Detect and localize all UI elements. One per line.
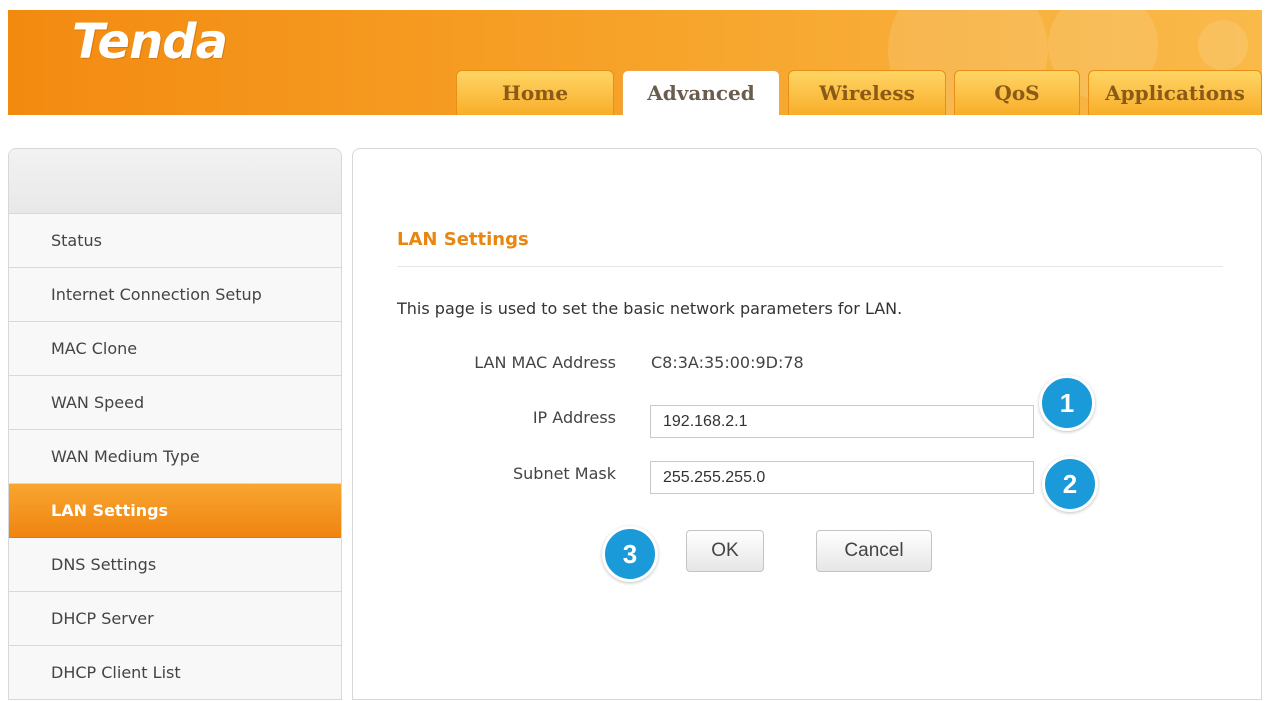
title-divider bbox=[397, 266, 1223, 267]
sidebar-item-wan-speed[interactable]: WAN Speed bbox=[9, 376, 341, 430]
decorative-bubble bbox=[1198, 20, 1248, 70]
tab-qos[interactable]: QoS bbox=[954, 70, 1080, 115]
cancel-button[interactable]: Cancel bbox=[816, 530, 932, 572]
tab-home[interactable]: Home bbox=[456, 70, 614, 115]
main-tabs: Home Advanced Wireless QoS Applications bbox=[456, 70, 1262, 115]
subnet-mask-label: Subnet Mask bbox=[512, 464, 616, 483]
callout-badge-1: 1 bbox=[1039, 375, 1095, 431]
page-title: LAN Settings bbox=[397, 229, 529, 250]
page-description: This page is used to set the basic netwo… bbox=[397, 299, 903, 318]
sidebar-item-mac-clone[interactable]: MAC Clone bbox=[9, 322, 341, 376]
sidebar-item-lan-settings[interactable]: LAN Settings bbox=[9, 484, 341, 538]
mac-address-value: C8:3A:35:00:9D:78 bbox=[651, 353, 804, 372]
sidebar-item-internet-connection-setup[interactable]: Internet Connection Setup bbox=[9, 268, 341, 322]
content-panel: LAN Settings This page is used to set th… bbox=[352, 148, 1262, 700]
tab-advanced[interactable]: Advanced bbox=[622, 70, 780, 115]
sidebar-menu: Status Internet Connection Setup MAC Clo… bbox=[8, 148, 342, 700]
tenda-logo: Tenda bbox=[72, 14, 228, 70]
ip-address-label: IP Address bbox=[532, 408, 616, 427]
callout-badge-3: 3 bbox=[602, 526, 658, 582]
sidebar-item-wan-medium-type[interactable]: WAN Medium Type bbox=[9, 430, 341, 484]
mac-address-label: LAN MAC Address bbox=[474, 353, 616, 372]
sidebar-header bbox=[9, 149, 341, 214]
sidebar-item-dhcp-server[interactable]: DHCP Server bbox=[9, 592, 341, 646]
tab-wireless[interactable]: Wireless bbox=[788, 70, 946, 115]
sidebar-item-dhcp-client-list[interactable]: DHCP Client List bbox=[9, 646, 341, 699]
sidebar-item-status[interactable]: Status bbox=[9, 214, 341, 268]
callout-badge-2: 2 bbox=[1042, 456, 1098, 512]
sidebar-item-dns-settings[interactable]: DNS Settings bbox=[9, 538, 341, 592]
header-banner: Tenda Home Advanced Wireless QoS Applica… bbox=[8, 10, 1262, 115]
subnet-mask-input[interactable] bbox=[650, 461, 1034, 494]
ok-button[interactable]: OK bbox=[686, 530, 764, 572]
ip-address-input[interactable] bbox=[650, 405, 1034, 438]
tab-applications[interactable]: Applications bbox=[1088, 70, 1262, 115]
